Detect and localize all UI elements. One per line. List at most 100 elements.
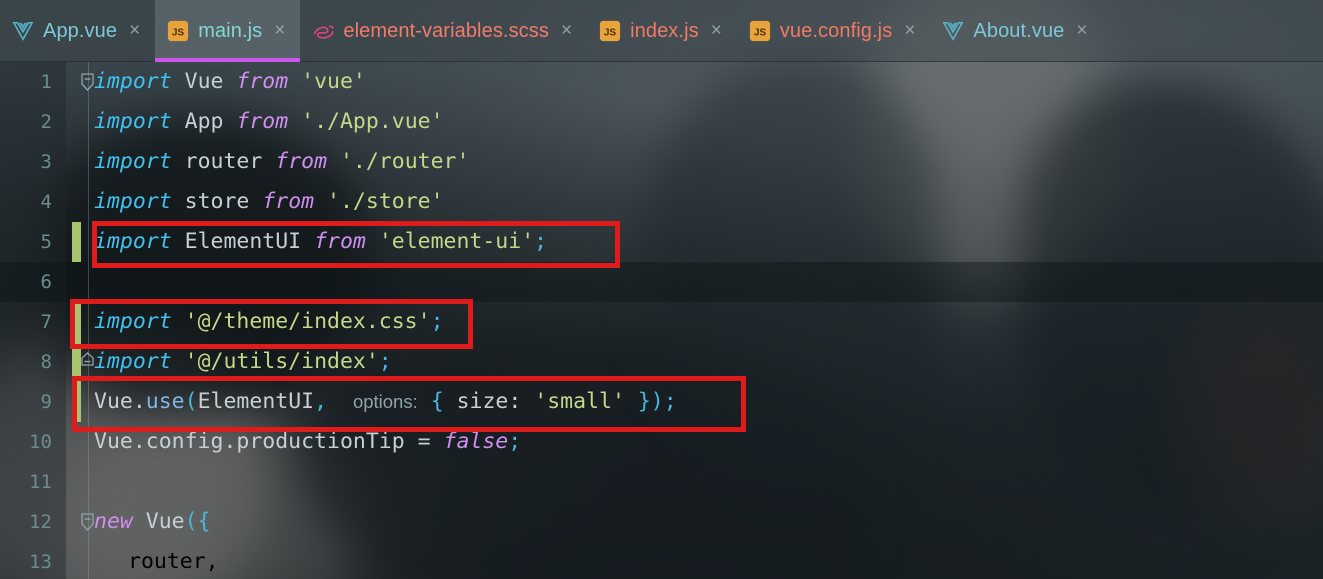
tab-about-vue[interactable]: About.vue × [930, 0, 1102, 62]
tab-element-variables-scss[interactable]: element-variables.scss × [300, 0, 587, 62]
token-keyword: import [94, 69, 172, 94]
close-icon[interactable]: × [271, 19, 288, 44]
code-line-row[interactable]: 10 Vue.config.productionTip = false; [0, 422, 1323, 462]
token-identifier: Vue [94, 389, 133, 414]
token-keyword: import [94, 189, 172, 214]
code-line-text: import App from './App.vue' [94, 102, 444, 142]
code-line-text: router, [128, 549, 219, 574]
tab-label: vue.config.js [779, 19, 893, 42]
token-identifier: store [184, 189, 250, 214]
tab-vue-config-js[interactable]: JS vue.config.js × [737, 0, 931, 62]
js-icon: JS [167, 20, 189, 42]
vue-icon [12, 20, 34, 42]
close-icon[interactable]: × [126, 19, 143, 44]
tab-label: main.js [198, 19, 263, 42]
token-keyword-new: new [94, 509, 133, 534]
code-line-text: new Vue({ [94, 502, 211, 542]
close-icon[interactable]: × [901, 19, 918, 44]
svg-text:JS: JS [172, 28, 185, 39]
code-line-row[interactable]: 8 import '@/utils/index'; [0, 342, 1323, 382]
token-keyword-from: from [236, 109, 289, 134]
sass-icon [312, 20, 334, 42]
code-line-row[interactable]: 11 [0, 462, 1323, 502]
token-string: './store' [327, 189, 444, 214]
token-identifier: Vue [145, 509, 185, 534]
vcs-modified-marker[interactable] [72, 222, 81, 262]
code-line-text: import '@/theme/index.css'; [94, 302, 444, 342]
line-number: 1 [40, 71, 52, 93]
code-line-row[interactable]: 12 new Vue({ [0, 502, 1323, 542]
token-identifier: App [184, 109, 224, 134]
js-icon: JS [749, 20, 771, 42]
token-brace-close: } [637, 389, 651, 414]
tab-label: element-variables.scss [343, 19, 549, 42]
code-line-row[interactable]: 7 import '@/theme/index.css'; [0, 302, 1323, 342]
code-line-text: Vue.config.productionTip = false; [94, 422, 521, 462]
token-string: '@/theme/index.css' [184, 309, 431, 334]
line-number: 5 [40, 231, 52, 253]
token-operator: = [417, 429, 431, 454]
code-line-text: import router from './router' [94, 142, 469, 182]
token-semicolon: ; [430, 309, 444, 334]
tab-index-js[interactable]: JS index.js × [587, 0, 737, 62]
code-line-row[interactable]: 13 router, [0, 542, 1323, 579]
token-semicolon: ; [378, 349, 392, 374]
ide-window: App.vue × JS main.js × element-variables… [0, 0, 1323, 579]
token-brace-open: { [430, 389, 444, 414]
code-line-row[interactable]: 1 import Vue from 'vue' [0, 62, 1323, 102]
code-line-text: import ElementUI from 'element-ui'; [94, 222, 547, 262]
code-line-text: import store from './store' [94, 182, 444, 222]
inlay-hint-options: options: [352, 391, 418, 412]
token-semicolon: ; [508, 429, 522, 454]
token-string: './App.vue' [301, 109, 444, 134]
code-line-row[interactable]: 9 Vue.use(ElementUI, options: { size: 's… [0, 382, 1323, 422]
code-line-row[interactable]: 4 import store from './store' [0, 182, 1323, 222]
code-line-row-current[interactable]: 6 [0, 262, 1323, 302]
line-number: 13 [29, 551, 52, 573]
token-semicolon: ; [663, 389, 677, 414]
token-identifier: Vue [184, 69, 224, 94]
svg-text:JS: JS [604, 28, 617, 39]
code-line-row[interactable]: 5 import ElementUI from 'element-ui'; [0, 222, 1323, 262]
fold-region-line [88, 62, 89, 579]
line-number: 6 [40, 271, 52, 293]
code-line-row[interactable]: 2 import App from './App.vue' [0, 102, 1323, 142]
token-keyword: import [94, 229, 172, 254]
token-keyword-from: from [275, 149, 328, 174]
token-identifier: Vue.config.productionTip [94, 429, 405, 454]
code-line-text: Vue.use(ElementUI, options: { size: 'sma… [94, 382, 677, 422]
token-argument: ElementUI [197, 389, 315, 414]
close-icon[interactable]: × [1073, 19, 1090, 44]
close-icon[interactable]: × [708, 19, 725, 44]
vcs-modified-marker[interactable] [72, 382, 81, 422]
tab-label: App.vue [43, 19, 118, 42]
close-icon[interactable]: × [558, 19, 575, 44]
js-icon: JS [599, 20, 621, 42]
code-line-row[interactable]: 3 import router from './router' [0, 142, 1323, 182]
tab-label: index.js [630, 19, 699, 42]
vcs-modified-marker[interactable] [72, 302, 81, 342]
token-paren-close: ) [650, 389, 664, 414]
line-number: 4 [40, 191, 52, 213]
token-string: 'element-ui' [378, 229, 535, 254]
token-keyword-from: from [236, 69, 289, 94]
line-number: 7 [40, 311, 52, 333]
tab-label: About.vue [973, 19, 1065, 42]
token-paren-brace: ({ [184, 509, 211, 534]
token-paren-open: ( [184, 389, 198, 414]
svg-text:JS: JS [754, 28, 767, 39]
token-literal-false: false [443, 429, 509, 454]
token-property: size [456, 389, 509, 414]
line-number: 9 [40, 391, 52, 413]
token-keyword: import [94, 309, 172, 334]
code-line-text: import '@/utils/index'; [94, 342, 392, 382]
token-string: './router' [339, 149, 470, 174]
tab-main-js[interactable]: JS main.js × [155, 0, 301, 62]
code-line-text: import Vue from 'vue' [94, 62, 366, 102]
token-identifier: router [184, 149, 263, 174]
token-keyword-from: from [262, 189, 315, 214]
token-keyword: import [94, 349, 172, 374]
code-editor[interactable]: 1 import Vue from 'vue' 2 import App fro… [0, 62, 1323, 579]
line-number: 11 [29, 471, 52, 493]
tab-app-vue[interactable]: App.vue × [0, 0, 155, 62]
